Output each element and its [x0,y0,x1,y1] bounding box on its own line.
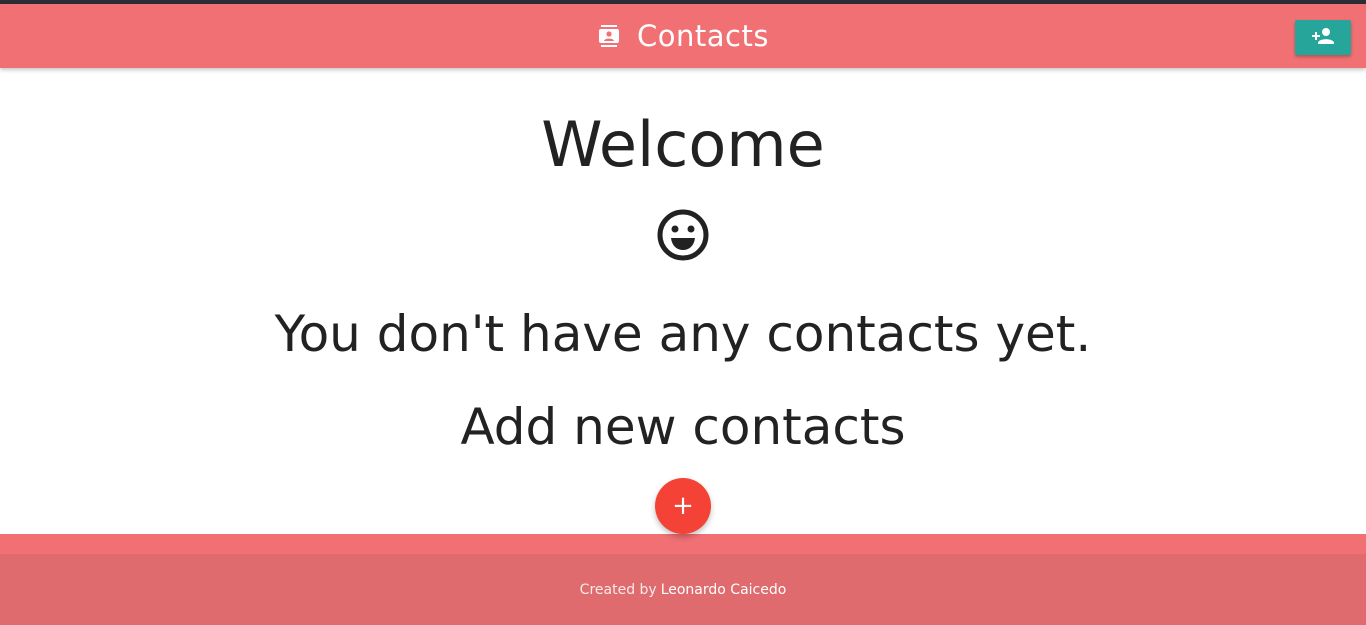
smile-icon [656,208,710,262]
add-contacts-message: Add new contacts [460,398,906,456]
welcome-heading: Welcome [541,108,825,181]
navbar: Contacts [0,4,1366,68]
brand-link[interactable]: Contacts [597,19,769,53]
empty-message: You don't have any contacts yet. [274,305,1092,363]
brand: Contacts [0,4,1366,68]
add-contact-button[interactable] [1295,20,1351,55]
person-add-icon [1311,24,1335,52]
plus-icon: + [672,491,694,521]
author-link[interactable]: Leonardo Caicedo [661,582,787,598]
footer: Created by Leonardo Caicedo [0,534,1366,625]
contacts-icon [597,24,621,48]
brand-title: Contacts [637,19,769,53]
main-content: Welcome You don't have any contacts yet.… [0,68,1366,534]
footer-copyright: Created by Leonardo Caicedo [0,554,1366,625]
created-by-label: Created by [579,581,657,598]
add-contact-fab[interactable]: + [655,478,711,534]
